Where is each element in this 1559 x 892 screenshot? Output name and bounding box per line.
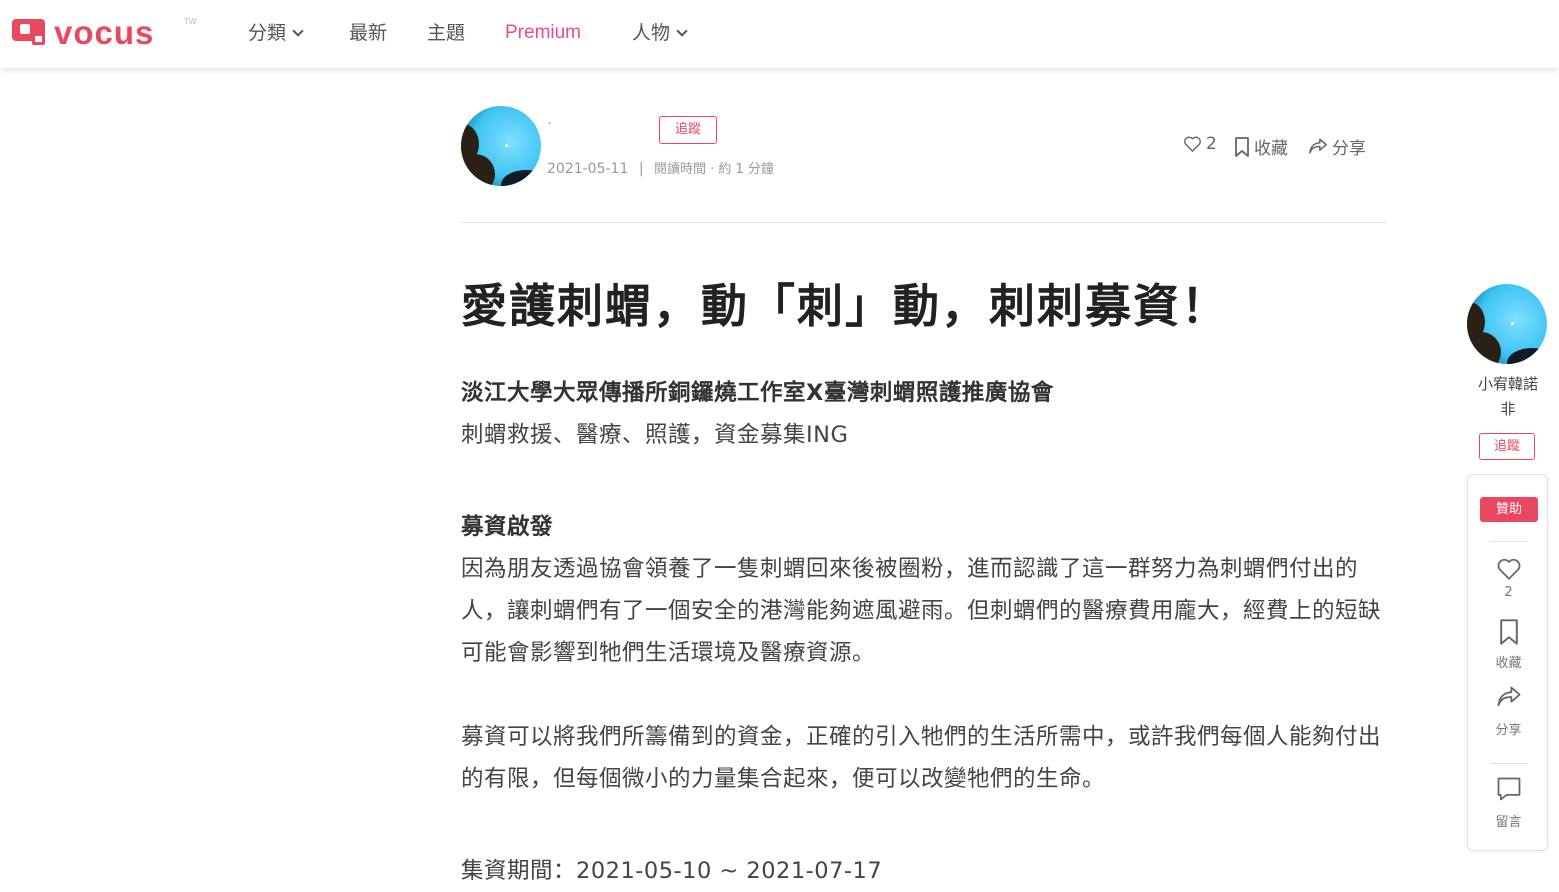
sidebar-comment-button[interactable]	[1468, 775, 1549, 807]
like-button[interactable]: 2	[1183, 134, 1217, 154]
share-icon	[1496, 686, 1521, 707]
sidebar-bookmark-button[interactable]	[1468, 619, 1549, 649]
sidebar-action-panel: 贊助 2 收藏 分享 留言	[1467, 474, 1548, 851]
bookmark-button[interactable]: 收藏	[1234, 134, 1288, 159]
bookmark-icon	[1499, 619, 1518, 645]
nav-item-latest[interactable]: 最新	[349, 20, 387, 46]
chevron-down-icon	[292, 24, 304, 37]
article-title: 愛護刺蝟，動「刺」動，刺刺募資！	[461, 279, 1229, 333]
article-paragraph-1: 因為朋友透過協會領養了一隻刺蝟回來後被圈粉，進而認識了這一群努力為刺蝟們付出的人…	[461, 556, 1382, 666]
nav-item-premium[interactable]: Premium	[505, 20, 581, 46]
sidebar-divider	[1490, 763, 1528, 764]
sidebar-author-name-line1: 小宥韓諾	[1477, 375, 1538, 393]
sidebar-author-name[interactable]: 小宥韓諾 非	[1462, 372, 1554, 422]
sidebar-like-count: 2	[1504, 585, 1513, 600]
nav-item-category[interactable]: 分類	[248, 20, 304, 46]
nav-item-label: 分類	[248, 22, 287, 44]
nav-item-label: 最新	[349, 22, 388, 44]
nav-item-label: 人物	[632, 22, 671, 44]
author-name[interactable]: -	[548, 118, 552, 129]
chevron-down-icon	[676, 24, 688, 37]
sidebar-like-button[interactable]	[1468, 557, 1549, 585]
sponsor-button[interactable]: 贊助	[1480, 497, 1538, 522]
article-meta: 2021-05-11 | 閱讀時間 · 約 1 分鐘	[547, 158, 774, 177]
article-subtitle: 刺蝟救援、醫療、照護，資金募集ING	[461, 422, 849, 448]
section-heading: 募資啟發	[461, 514, 554, 540]
comment-icon	[1497, 777, 1520, 801]
top-nav: vocus TW 分類 最新 主題 Premium 人物	[0, 0, 1559, 68]
share-label: 分享	[1332, 139, 1366, 159]
follow-button[interactable]: 追蹤	[659, 116, 717, 144]
article-subtitle-bold: 淡江大學大眾傳播所銅鑼燒工作室X臺灣刺蝟照護推廣協會	[461, 380, 1054, 406]
nav-item-people[interactable]: 人物	[632, 20, 688, 46]
article-paragraph-2: 募資可以將我們所籌備到的資金，正確的引入牠們的生活所需中，或許我們每個人能夠付出…	[461, 724, 1382, 792]
nav-item-label: Premium	[505, 22, 582, 43]
logo-superscript: TW	[184, 17, 197, 26]
sidebar-share-label: 分享	[1495, 723, 1522, 738]
header-divider	[461, 222, 1386, 223]
read-time: 閱讀時間 · 約 1 分鐘	[654, 162, 774, 177]
sidebar-bookmark-label: 收藏	[1495, 656, 1522, 671]
vocus-logo[interactable]: vocus TW	[12, 14, 196, 51]
nav-item-topics[interactable]: 主題	[427, 20, 465, 46]
heart-icon	[1184, 136, 1201, 152]
share-icon	[1309, 138, 1327, 154]
heart-icon	[1497, 558, 1520, 580]
meta-separator: |	[638, 161, 644, 177]
funding-period: 集資期間：2021-05-10 ~ 2021-07-17	[461, 858, 883, 884]
sidebar-follow-button[interactable]: 追蹤	[1479, 433, 1535, 460]
logo-text: vocus	[54, 14, 155, 51]
bookmark-icon	[1235, 136, 1249, 157]
nav-item-label: 主題	[427, 22, 466, 44]
like-count: 2	[1206, 134, 1217, 154]
logo-mark-icon	[12, 19, 45, 47]
sidebar-comment-label: 留言	[1495, 815, 1522, 830]
sidebar-share-button[interactable]	[1468, 685, 1549, 713]
sidebar-author-avatar[interactable]	[1467, 284, 1547, 364]
publish-date: 2021-05-11	[547, 161, 629, 177]
bookmark-label: 收藏	[1254, 139, 1288, 159]
author-avatar[interactable]	[461, 106, 541, 186]
sidebar-divider	[1490, 541, 1528, 542]
share-button[interactable]: 分享	[1308, 134, 1366, 159]
sidebar-author-name-line2: 非	[1500, 400, 1516, 418]
